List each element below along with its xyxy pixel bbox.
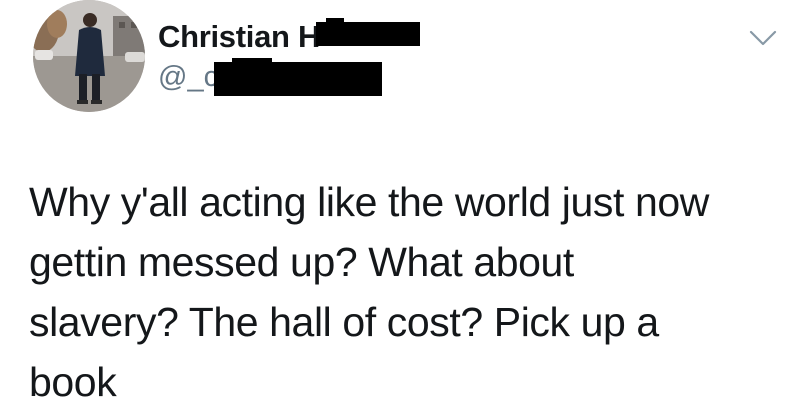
tweet-text: Why y'all acting like the world just now…: [29, 179, 709, 405]
avatar[interactable]: [33, 0, 145, 112]
author-display-name[interactable]: Christian H: [158, 17, 320, 57]
redaction-bar-handle: [214, 62, 382, 96]
redaction-bar-name: [316, 22, 420, 46]
tweet-card: Christian H @_cl Why y'all acting like t…: [0, 0, 800, 420]
chevron-down-icon[interactable]: [748, 26, 778, 50]
avatar-photo: [33, 0, 145, 112]
